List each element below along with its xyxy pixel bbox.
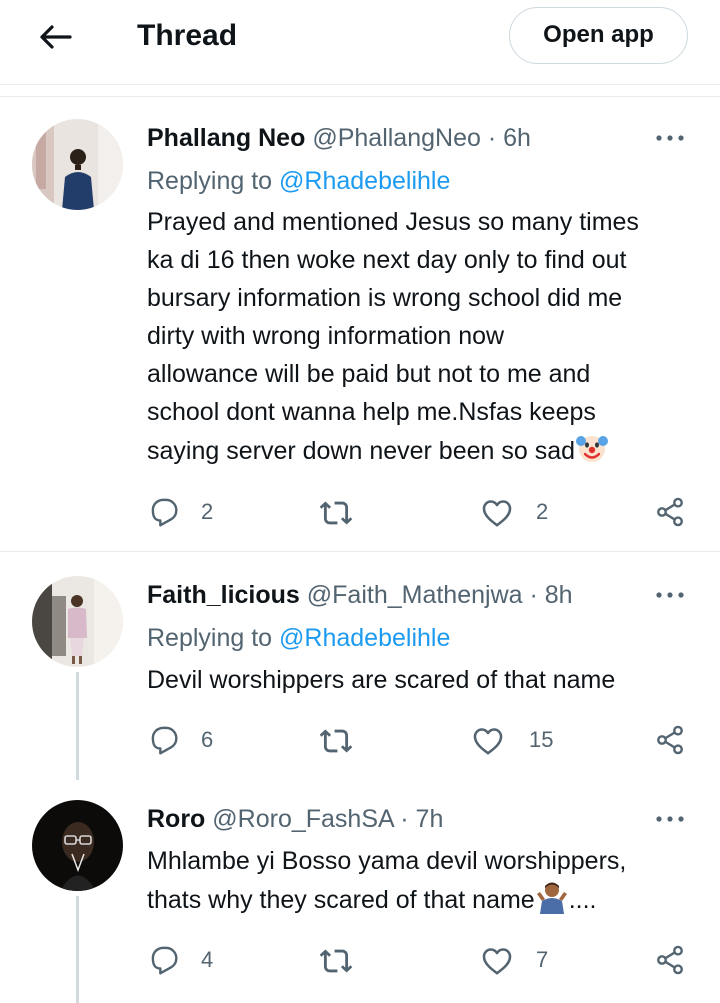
- display-name[interactable]: Roro: [147, 805, 205, 833]
- like-button[interactable]: 15: [471, 724, 561, 758]
- person-shrugging-emoji: [535, 880, 569, 914]
- like-count: 2: [536, 499, 549, 524]
- like-count: 7: [536, 947, 549, 972]
- tweet-line: saying server down never been so sad: [147, 437, 576, 465]
- avatar[interactable]: [32, 119, 123, 210]
- tweet-line-suffix: ....: [568, 886, 597, 914]
- share-icon: [654, 944, 686, 976]
- mention-link[interactable]: @Rhadebelihle: [279, 624, 450, 652]
- reply-icon: [147, 944, 179, 976]
- tweet-text: Mhlambe yi Bosso yama devil worshippers,…: [147, 842, 687, 919]
- top-bar: Thread Open app: [0, 0, 720, 84]
- avatar[interactable]: [32, 800, 123, 891]
- like-button[interactable]: 2: [480, 496, 560, 530]
- reply-count: 6: [201, 727, 214, 752]
- back-arrow-icon[interactable]: [36, 20, 76, 54]
- separator-dot: ·: [400, 805, 409, 833]
- retweet-icon: [318, 944, 354, 978]
- reply-tweet[interactable]: Phallang Neo @PhallangNeo · 6h Replying …: [0, 96, 720, 551]
- tweet-line: school dont wanna help me.Nsfas keeps: [147, 398, 596, 426]
- share-icon: [654, 724, 686, 756]
- retweet-button[interactable]: [318, 724, 358, 758]
- tweet-line: thats why they scared of that name: [147, 886, 535, 914]
- retweet-button[interactable]: [318, 944, 358, 978]
- divider: [0, 84, 720, 85]
- tweet-line: ka di 16 then woke next day only to find…: [147, 246, 627, 274]
- open-app-button[interactable]: Open app: [509, 7, 688, 64]
- retweet-icon: [318, 724, 354, 758]
- tweet-line: dirty with wrong information now: [147, 322, 505, 350]
- display-name[interactable]: Faith_licious: [147, 581, 300, 609]
- tweet-meta: Roro @Roro_FashSA · 7h: [147, 803, 443, 835]
- reply-count: 4: [201, 947, 214, 972]
- more-icon[interactable]: [653, 585, 687, 605]
- page-title: Thread: [137, 19, 238, 52]
- more-icon[interactable]: [653, 809, 687, 829]
- display-name[interactable]: Phallang Neo: [147, 124, 305, 152]
- user-handle[interactable]: @PhallangNeo: [312, 124, 481, 152]
- tweet-line: Prayed and mentioned Jesus so many times: [147, 208, 639, 236]
- timestamp[interactable]: 7h: [416, 805, 444, 833]
- replying-to: Replying to @Rhadebelihle: [147, 622, 450, 654]
- reply-button[interactable]: 6: [147, 724, 227, 758]
- thread-connector: [76, 896, 79, 1003]
- share-button[interactable]: [654, 496, 688, 530]
- more-icon[interactable]: [653, 128, 687, 148]
- tweet-meta: Faith_licious @Faith_Mathenjwa · 8h: [147, 579, 573, 611]
- tweet-line-last: saying server down never been so sad: [147, 431, 687, 470]
- replying-to-label: Replying to: [147, 167, 273, 195]
- reply-tweet[interactable]: Roro @Roro_FashSA · 7h Mhlambe yi Bosso …: [0, 780, 720, 1003]
- replying-to: Replying to @Rhadebelihle: [147, 165, 450, 197]
- share-button[interactable]: [654, 724, 688, 758]
- tweet-meta: Phallang Neo @PhallangNeo · 6h: [147, 122, 531, 154]
- tweet-text: Devil worshippers are scared of that nam…: [147, 661, 687, 699]
- user-handle[interactable]: @Roro_FashSA: [212, 805, 393, 833]
- replying-to-label: Replying to: [147, 624, 273, 652]
- retweet-button[interactable]: [318, 496, 358, 530]
- tweet-text: Prayed and mentioned Jesus so many times…: [147, 203, 687, 470]
- separator-dot: ·: [529, 581, 538, 609]
- tweet-line: Mhlambe yi Bosso yama devil worshippers,: [147, 847, 627, 875]
- reply-button[interactable]: 4: [147, 944, 227, 978]
- reply-count: 2: [201, 499, 214, 524]
- reply-button[interactable]: 2: [147, 496, 227, 530]
- user-handle[interactable]: @Faith_Mathenjwa: [307, 581, 523, 609]
- timestamp[interactable]: 8h: [545, 581, 573, 609]
- tweet-line: bursary information is wrong school did …: [147, 284, 623, 312]
- reply-tweet[interactable]: Faith_licious @Faith_Mathenjwa · 8h Repl…: [0, 552, 720, 780]
- tweet-line: Devil worshippers are scared of that nam…: [147, 666, 616, 694]
- like-icon: [471, 724, 505, 758]
- reply-icon: [147, 724, 179, 756]
- tweet-line: allowance will be paid but not to me and: [147, 360, 591, 388]
- like-icon: [480, 944, 514, 978]
- mention-link[interactable]: @Rhadebelihle: [279, 167, 450, 195]
- avatar[interactable]: [32, 576, 123, 667]
- like-count: 15: [529, 727, 554, 752]
- reply-icon: [147, 496, 179, 528]
- retweet-icon: [318, 496, 354, 530]
- timestamp[interactable]: 6h: [503, 124, 531, 152]
- tweet-line-last: thats why they scared of that name ....: [147, 880, 687, 919]
- share-button[interactable]: [654, 944, 688, 978]
- thread-connector: [76, 672, 79, 780]
- share-icon: [654, 496, 686, 528]
- like-button[interactable]: 7: [480, 944, 560, 978]
- separator-dot: ·: [487, 124, 497, 152]
- like-icon: [480, 496, 514, 530]
- clown-face-emoji: [575, 431, 609, 465]
